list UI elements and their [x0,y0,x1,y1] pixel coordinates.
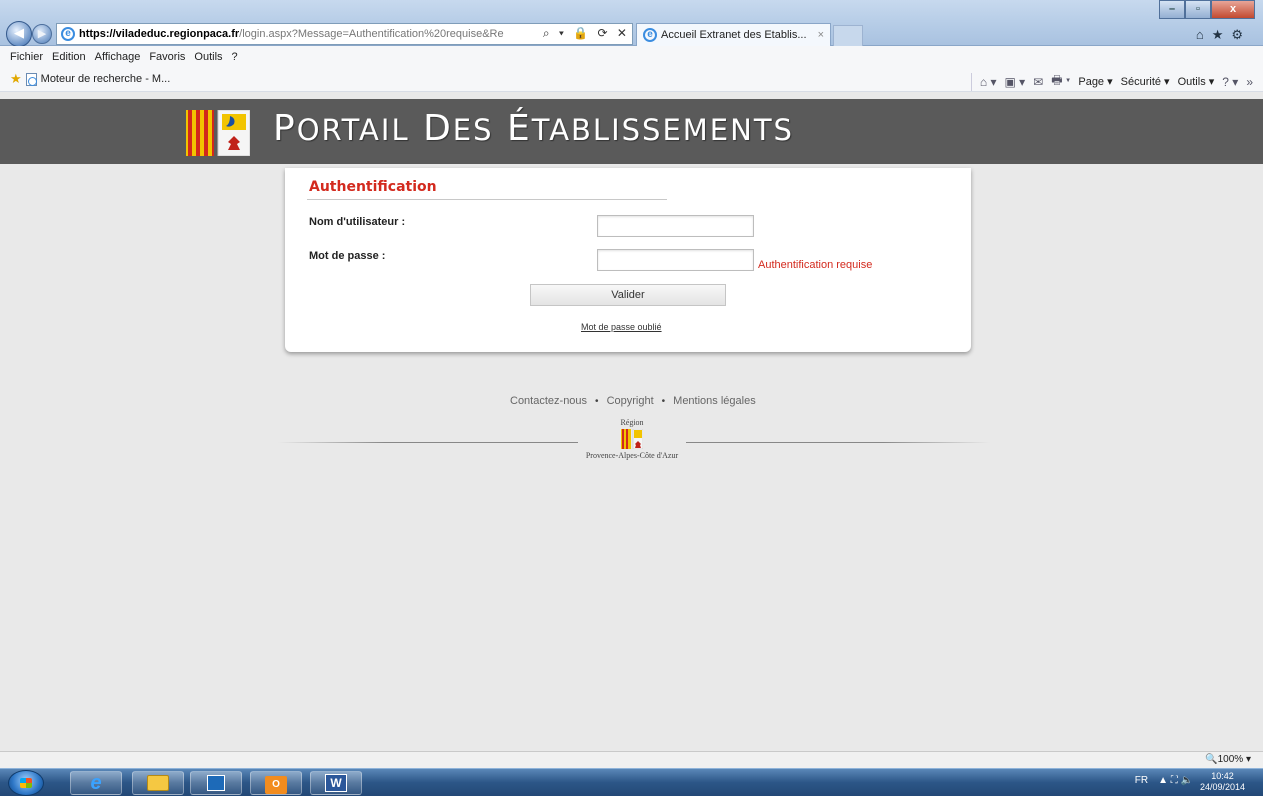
title-divider [307,199,667,200]
title-cap-1: P [273,108,297,149]
favorites-star-icon[interactable]: ★ [1212,27,1232,42]
footer-links: Contactez-nous • Copyright • Mentions lé… [510,395,756,407]
home-dropdown-icon[interactable]: ⌂ ▾ [980,75,997,89]
feeds-icon[interactable]: ▣ ▾ [1004,75,1025,89]
site-banner: PORTAIL DES ÉTABLISSEMENTS [0,99,1263,164]
tools-menu[interactable]: Outils ▾ [1178,75,1215,88]
favorite-page-icon [25,72,37,86]
favorite-link[interactable]: Moteur de recherche - M... [41,73,171,85]
clock[interactable]: 10:42 24/09/2014 [1200,771,1245,793]
word-icon[interactable]: W [310,771,362,795]
title-word-2: ES [452,113,494,147]
menu-favoris[interactable]: Favoris [149,51,185,63]
copyright-link[interactable]: Copyright [607,395,654,407]
forward-arrow-icon[interactable]: ▶ [32,24,52,44]
back-arrow-icon[interactable]: ◀ [6,21,32,47]
start-button-icon[interactable] [8,770,44,796]
url-path: /login.aspx?Message=Authentification%20r… [239,28,504,40]
menu-list: Fichier Edition Affichage Favoris Outils… [10,51,238,63]
submit-button[interactable]: Valider [530,284,726,306]
tab-close-icon[interactable]: × [818,29,824,41]
title-cap-2: D [423,108,453,149]
browser-statusbar: 🔍100% ▾ [0,751,1263,768]
window-controls: – ▫ x [1159,0,1255,19]
menu-fichier[interactable]: Fichier [10,51,43,63]
username-label: Nom d'utilisateur : [309,216,406,228]
browser-right-icons: ⌂★⚙ [1196,27,1251,43]
tray-icons[interactable]: ▲ ⛶ 🔈 [1158,775,1193,786]
internet-explorer-icon[interactable]: e [70,771,122,795]
home-icon[interactable]: ⌂ [1196,27,1212,42]
menu-affichage[interactable]: Affichage [95,51,141,63]
close-icon[interactable]: x [1211,0,1255,19]
password-label: Mot de passe : [309,250,386,262]
forgot-password-link[interactable]: Mot de passe oublié [581,322,662,332]
page-title: PORTAIL DES ÉTABLISSEMENTS [273,108,794,149]
menu-outils[interactable]: Outils [194,51,222,63]
outlook-icon[interactable]: O [250,771,302,795]
maximize-icon[interactable]: ▫ [1185,0,1211,19]
windows-taskbar: e O W FR ▲ ⛶ 🔈 10:42 24/09/2014 [0,768,1263,796]
menu-edition[interactable]: Edition [52,51,86,63]
language-indicator[interactable]: FR [1135,775,1148,786]
tools-gear-icon[interactable]: ⚙ [1231,27,1251,42]
menu-help[interactable]: ? [232,51,238,63]
system-tray: FR ▲ ⛶ 🔈 [1135,775,1193,786]
legal-link[interactable]: Mentions légales [673,395,756,407]
url-host: https://viladeduc.regionpaca.fr [79,28,240,40]
title-word-1: ORTAIL [296,113,410,147]
region-mini-logo [621,429,643,449]
mail-icon[interactable]: ✉ [1033,75,1043,89]
clock-time: 10:42 [1211,771,1234,781]
title-word-3: TABLISSEMENTS [531,113,794,147]
zoom-level[interactable]: 🔍100% ▾ [1205,754,1251,765]
password-field[interactable] [597,249,754,271]
favorites-bar: ★ Moteur de recherche - M... [10,71,170,87]
footer-region-logo: Région Provence-Alpes-Côte d'Azur [578,418,686,460]
login-card: Authentification Nom d'utilisateur : Mot… [285,168,971,352]
browser-menubar: Fichier Edition Affichage Favoris Outils… [0,46,1263,92]
security-menu[interactable]: Sécurité ▾ [1121,75,1170,88]
region-logo [186,110,250,156]
title-cap-3: É [506,108,532,149]
browser-titlebar: ◀ ▶ e https://viladeduc.regionpaca.fr/lo… [0,0,1263,47]
tab-ie-icon: e [643,28,657,42]
username-field[interactable] [597,215,754,237]
footer-separator: • [595,395,599,407]
ie-page-icon: e [61,27,75,41]
page-menu[interactable]: Page ▾ [1078,75,1112,88]
region-bottom-text: Provence-Alpes-Côte d'Azur [585,451,679,460]
error-message: Authentification requise [758,259,873,271]
command-separator [970,72,972,91]
more-chevron-icon[interactable]: » [1246,75,1253,89]
clock-date: 24/09/2014 [1199,782,1245,792]
command-bar: ⌂ ▾ ▣ ▾ ✉ 🖶 ▾ Page ▾ Sécurité ▾ Outils ▾… [970,71,1253,92]
print-icon[interactable]: 🖶 ▾ [1051,71,1070,92]
media-player-icon[interactable] [190,771,242,795]
new-tab-button[interactable] [833,25,863,46]
favorites-add-star-icon[interactable]: ★ [10,71,22,87]
contact-link[interactable]: Contactez-nous [510,395,587,407]
footer-separator: • [661,395,666,407]
minimize-icon[interactable]: – [1159,0,1185,19]
tab-title: Accueil Extranet des Etablis... [661,29,807,41]
file-explorer-icon[interactable] [132,771,184,795]
help-icon[interactable]: ? ▾ [1222,75,1238,89]
address-bar[interactable]: e https://viladeduc.regionpaca.fr/login.… [56,23,633,45]
browser-tab-active[interactable]: e Accueil Extranet des Etablis... × [636,23,831,46]
address-tools-icons[interactable]: ⌕ ▾ 🔒 ⟳ ✕ [538,26,630,41]
login-title: Authentification [309,179,437,195]
region-top-text: Région [620,418,644,427]
